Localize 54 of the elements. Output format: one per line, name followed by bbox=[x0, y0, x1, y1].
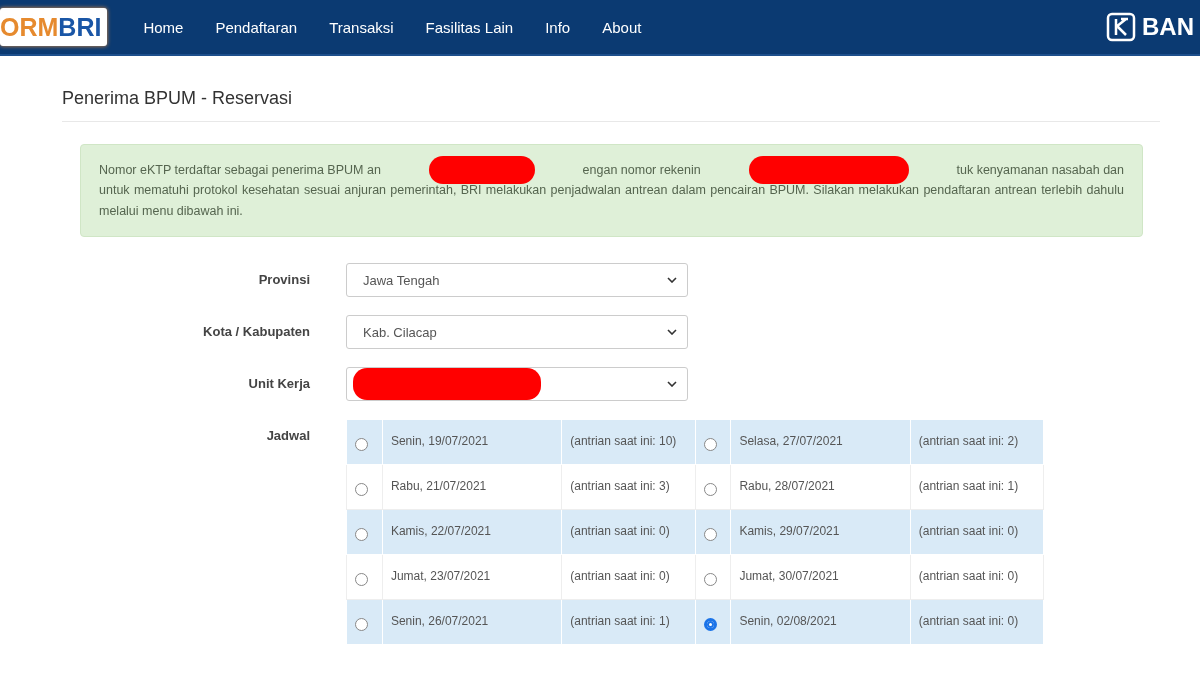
date-text: Rabu, 28/07/2021 bbox=[739, 479, 835, 493]
nav-link[interactable]: Info bbox=[545, 18, 571, 36]
radio-button[interactable] bbox=[355, 618, 368, 631]
bank-logo-icon bbox=[1106, 12, 1136, 42]
date-text: Kamis, 22/07/2021 bbox=[390, 524, 491, 538]
date-text: Senin, 19/07/2021 bbox=[390, 434, 489, 448]
radio-button[interactable] bbox=[703, 573, 717, 586]
nav-link[interactable]: Pendaftaran bbox=[215, 18, 298, 36]
message-text: engan nomor rekenin bbox=[582, 162, 701, 177]
nav-link[interactable]: Transaksi bbox=[329, 18, 394, 36]
field-label: Unit Kerja bbox=[247, 375, 310, 391]
date-text: Selasa, 27/07/2021 bbox=[739, 434, 843, 448]
field-label: Kota / Kabupaten bbox=[202, 323, 310, 339]
message-text: tuk kenyamanan nasabah dan bbox=[956, 162, 1124, 177]
brand-name: BAN bbox=[1142, 13, 1194, 41]
logo[interactable]: ORMBRI bbox=[0, 8, 108, 46]
date-text: Senin, 02/08/2021 bbox=[739, 614, 837, 628]
select-field[interactable] bbox=[346, 367, 688, 401]
nav-link[interactable]: Fasilitas Lain bbox=[425, 18, 514, 36]
page-title: Penerima BPUM - Reservasi bbox=[62, 88, 294, 109]
queue-text: (antrian saat ini: 10) bbox=[570, 434, 677, 448]
date-text: Jumat, 30/07/2021 bbox=[739, 569, 839, 583]
message-text: untuk mematuhi protokol kesehatan sesuai anjuran pemerintah, BRI melakukan penjadwalan antrean dalam pencairan BPUM. Silakan melakukan pendaftaran antrean terlebih dahulu melalui menu dibawah ini. bbox=[99, 182, 1124, 220]
date-text: Kamis, 29/07/2021 bbox=[739, 524, 840, 538]
radio-button[interactable] bbox=[703, 528, 717, 541]
date-text: Senin, 26/07/2021 bbox=[390, 614, 489, 628]
queue-text: (antrian saat ini: 1) bbox=[918, 479, 1019, 493]
queue-text: (antrian saat ini: 0) bbox=[570, 524, 670, 538]
radio-button[interactable] bbox=[355, 573, 368, 586]
message-text: Nomor eKTP terdaftar sebagai penerima BPUM an bbox=[99, 162, 381, 177]
caret-icon bbox=[667, 277, 677, 283]
caret-icon bbox=[667, 329, 677, 335]
nav-link[interactable]: About bbox=[602, 18, 642, 36]
queue-text: (antrian saat ini: 3) bbox=[570, 479, 670, 493]
date-text: Jumat, 23/07/2021 bbox=[390, 569, 491, 583]
radio-button[interactable] bbox=[703, 438, 717, 451]
date-text: Rabu, 21/07/2021 bbox=[390, 479, 487, 493]
select-field[interactable]: Kab. Cilacap bbox=[346, 315, 688, 349]
radio-button[interactable] bbox=[355, 528, 368, 541]
field-label: Jadwal bbox=[265, 427, 310, 443]
nav-link[interactable]: Home bbox=[143, 18, 184, 36]
queue-text: (antrian saat ini: 0) bbox=[570, 569, 670, 583]
field-label: Provinsi bbox=[257, 271, 310, 287]
queue-text: (antrian saat ini: 0) bbox=[918, 614, 1019, 628]
radio-button[interactable] bbox=[703, 618, 717, 631]
queue-text: (antrian saat ini: 0) bbox=[918, 569, 1019, 583]
select-field[interactable]: Jawa Tengah bbox=[346, 263, 688, 297]
radio-button[interactable] bbox=[355, 438, 368, 451]
queue-text: (antrian saat ini: 1) bbox=[570, 614, 670, 628]
radio-button[interactable] bbox=[355, 483, 368, 496]
radio-button[interactable] bbox=[703, 483, 717, 496]
queue-text: (antrian saat ini: 2) bbox=[918, 434, 1019, 448]
queue-text: (antrian saat ini: 0) bbox=[918, 524, 1019, 538]
caret-icon bbox=[667, 381, 677, 387]
